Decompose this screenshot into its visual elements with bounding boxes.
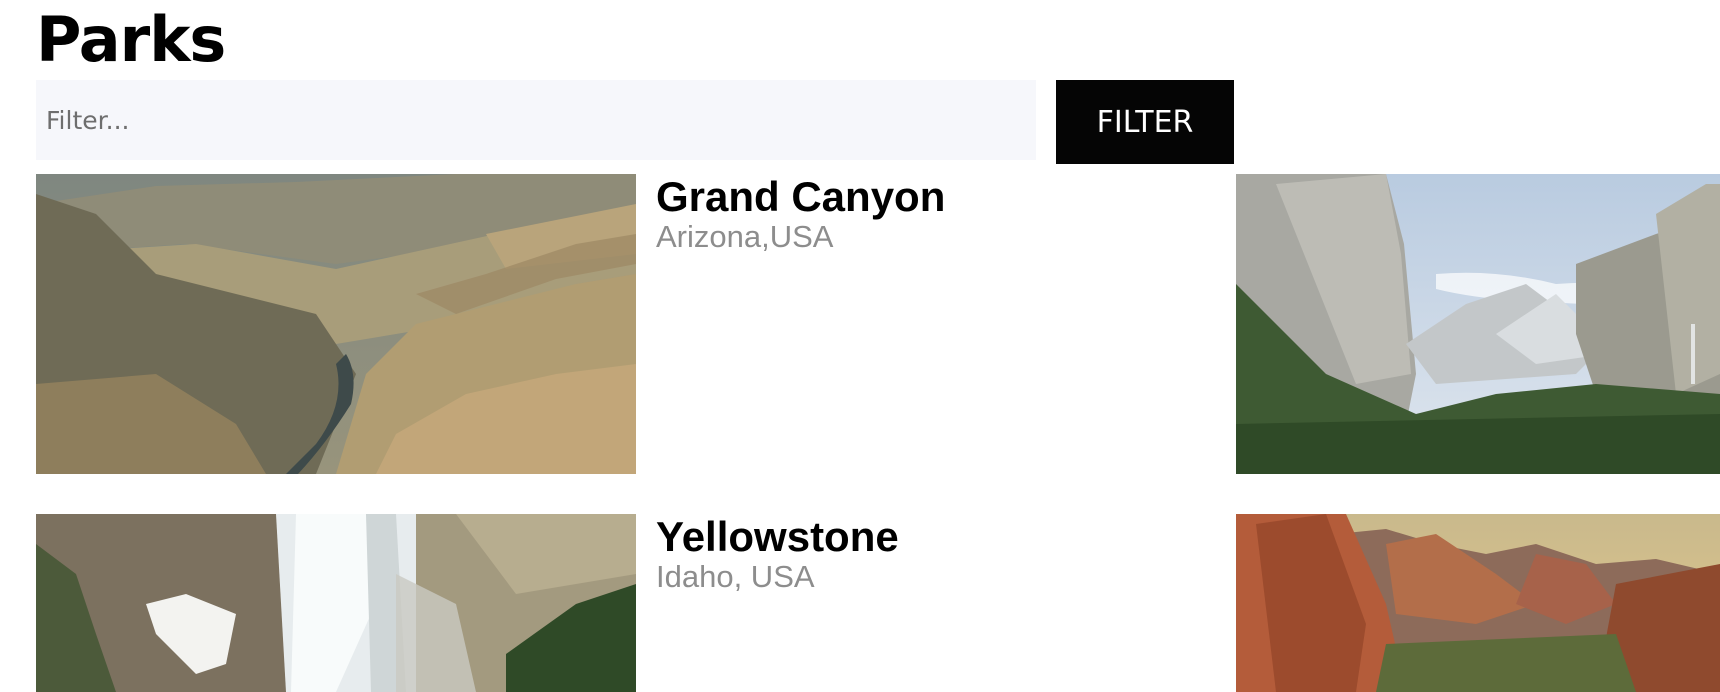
park-image-yosemite[interactable] [1236,174,1720,474]
park-image-zion[interactable] [1236,514,1720,692]
park-name: Yellowstone [656,513,899,560]
filter-input[interactable] [36,80,1036,160]
park-location: Idaho, USA [656,559,815,594]
filter-button[interactable]: FILTER [1056,80,1234,164]
park-name: Grand Canyon [656,173,946,220]
park-location: Arizona,USA [656,219,834,254]
park-image-grand-canyon[interactable] [36,174,636,474]
page-title: Parks [36,3,226,76]
park-image-yellowstone[interactable] [36,514,636,692]
